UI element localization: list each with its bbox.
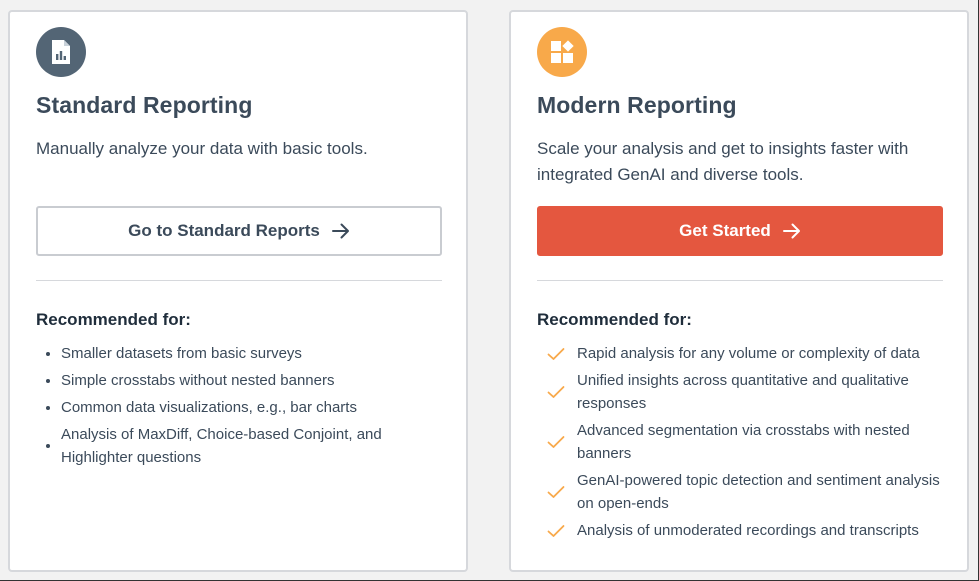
list-item: Smaller datasets from basic surveys	[36, 342, 446, 365]
check-icon	[547, 436, 565, 448]
list-item: Advanced segmentation via crosstabs with…	[537, 419, 947, 465]
check-icon	[547, 386, 565, 398]
bullet-icon	[46, 405, 50, 410]
get-started-button[interactable]: Get Started	[537, 206, 943, 256]
list-item: Analysis of unmoderated recordings and t…	[537, 519, 947, 542]
check-icon	[547, 524, 565, 537]
list-item: Analysis of MaxDiff, Choice-based Conjoi…	[36, 423, 446, 469]
get-started-label: Get Started	[679, 221, 771, 240]
go-to-standard-reports-button[interactable]: Go to Standard Reports	[36, 206, 442, 256]
list-item: GenAI-powered topic detection and sentim…	[537, 469, 947, 515]
standard-recommended-list: Smaller datasets from basic surveys Simp…	[36, 342, 446, 473]
bullet-icon	[46, 351, 50, 356]
arrow-right-icon	[782, 223, 800, 239]
standard-reporting-card: Standard Reporting Manually analyze your…	[8, 10, 468, 572]
recommended-for-heading: Recommended for:	[537, 310, 692, 329]
modern-reporting-card: Modern Reporting Scale your analysis and…	[509, 10, 969, 572]
list-item: Rapid analysis for any volume or complex…	[537, 342, 947, 365]
list-item: Common data visualizations, e.g., bar ch…	[36, 396, 446, 419]
modern-reporting-title: Modern Reporting	[537, 92, 737, 118]
modern-reporting-description: Scale your analysis and get to insights …	[537, 139, 909, 184]
report-document-icon	[36, 27, 86, 77]
bullet-icon	[46, 444, 50, 448]
list-item: Unified insights across quantitative and…	[537, 369, 947, 415]
check-icon	[547, 347, 565, 360]
standard-reporting-title: Standard Reporting	[36, 92, 253, 118]
bullet-icon	[46, 378, 50, 383]
widgets-icon	[537, 27, 587, 77]
divider	[36, 280, 442, 281]
check-icon	[547, 486, 565, 498]
recommended-for-heading: Recommended for:	[36, 310, 191, 329]
go-to-standard-reports-label: Go to Standard Reports	[128, 221, 320, 240]
list-item: Simple crosstabs without nested banners	[36, 369, 446, 392]
arrow-right-icon	[331, 223, 349, 239]
modern-recommended-list: Rapid analysis for any volume or complex…	[537, 342, 947, 546]
standard-reporting-description: Manually analyze your data with basic to…	[36, 139, 368, 158]
divider	[537, 280, 943, 281]
